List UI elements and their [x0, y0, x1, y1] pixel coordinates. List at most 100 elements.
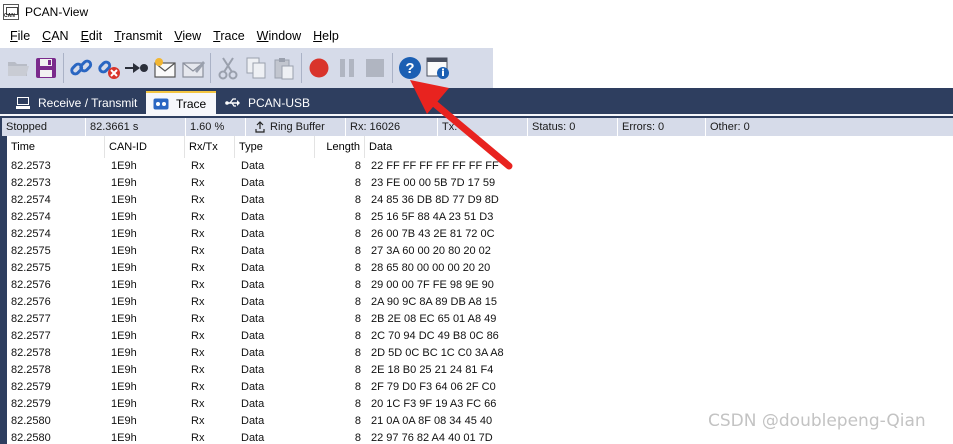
cell-length: 8: [354, 381, 361, 393]
table-row[interactable]: 82.2574 1E9h Rx Data 8 24 85 36 DB 8D 77 D9 8…: [7, 192, 953, 209]
paste-icon[interactable]: [270, 52, 298, 84]
menu-can[interactable]: CAN: [36, 29, 74, 43]
column-header-can-id[interactable]: CAN-ID: [105, 136, 185, 158]
table-row[interactable]: 82.2577 1E9h Rx Data 8 2C 70 94 DC 49 B8 0C 8…: [7, 328, 953, 345]
cell-data: 26 00 7B 43 2E 81 72 0C: [371, 228, 495, 240]
cell-time: 82.2576: [11, 296, 51, 308]
cell-time: 82.2575: [11, 262, 51, 274]
tab-pcan-usb[interactable]: PCAN-USB: [218, 91, 318, 114]
column-header-type[interactable]: Type: [235, 136, 315, 158]
cell-time: 82.2580: [11, 415, 51, 427]
cell-data: 2F 79 D0 F3 64 06 2F C0: [371, 381, 496, 393]
cell-can-id: 1E9h: [111, 211, 137, 223]
menu-help[interactable]: Help: [307, 29, 345, 43]
stop-icon[interactable]: [361, 52, 389, 84]
menu-edit[interactable]: Edit: [75, 29, 109, 43]
plug-icon[interactable]: [123, 52, 151, 84]
open-folder-icon[interactable]: [4, 52, 32, 84]
title-bar: PCAN-View: [0, 0, 953, 24]
tab-receive-transmit[interactable]: Receive / Transmit: [8, 91, 146, 114]
watermark: CSDN @doublepeng-Qian: [708, 411, 926, 431]
table-row[interactable]: 82.2575 1E9h Rx Data 8 28 65 80 00 00 00 20 2…: [7, 260, 953, 277]
cell-can-id: 1E9h: [111, 279, 137, 291]
cell-can-id: 1E9h: [111, 364, 137, 376]
computer-icon: [15, 96, 31, 110]
column-header-length[interactable]: Length: [315, 136, 365, 158]
cell-data: 2A 90 9C 8A 89 DB A8 15: [371, 296, 497, 308]
cell-type: Data: [241, 177, 265, 189]
cell-time: 82.2576: [11, 279, 51, 291]
cell-can-id: 1E9h: [111, 398, 137, 410]
cell-type: Data: [241, 313, 265, 325]
cell-time: 82.2577: [11, 330, 51, 342]
cell-type: Data: [241, 347, 265, 359]
cell-length: 8: [354, 228, 361, 240]
save-icon[interactable]: [32, 52, 60, 84]
cell-time: 82.2580: [11, 432, 51, 444]
copy-icon[interactable]: [242, 52, 270, 84]
connect-icon[interactable]: [67, 52, 95, 84]
cell-type: Data: [241, 415, 265, 427]
cell-data: 27 3A 60 00 20 80 20 02: [371, 245, 491, 257]
menu-view[interactable]: View: [168, 29, 207, 43]
new-message-icon[interactable]: [151, 52, 179, 84]
table-row[interactable]: 82.2578 1E9h Rx Data 8 2D 5D 0C BC 1C C0 3A A…: [7, 345, 953, 362]
red-arrow-annotation: [410, 80, 513, 170]
cell-length: 8: [354, 415, 361, 427]
cell-can-id: 1E9h: [111, 381, 137, 393]
menu-transmit[interactable]: Transmit: [108, 29, 168, 43]
cell-time: 82.2578: [11, 347, 51, 359]
cell-rx-tx: Rx: [191, 330, 205, 342]
table-row[interactable]: 82.2580 1E9h Rx Data 8 22 97 76 82 A4 40 01 7…: [7, 430, 953, 444]
window-title: PCAN-View: [25, 5, 89, 19]
table-row[interactable]: 82.2579 1E9h Rx Data 8 2F 79 D0 F3 64 06 2F C…: [7, 379, 953, 396]
trace-grid[interactable]: Time CAN-ID Rx/Tx Type Length Data 82.25…: [0, 136, 953, 444]
connection-state: Stopped: [2, 118, 86, 136]
table-row[interactable]: 82.2575 1E9h Rx Data 8 27 3A 60 00 20 80 20 0…: [7, 243, 953, 260]
edit-message-icon[interactable]: [179, 52, 207, 84]
table-row[interactable]: 82.2574 1E9h Rx Data 8 25 16 5F 88 4A 23 51 D…: [7, 209, 953, 226]
bus-status: Status: 0: [528, 118, 618, 136]
ring-buffer-status: Ring Buffer: [246, 118, 346, 136]
cut-icon[interactable]: [214, 52, 242, 84]
menu-mnemonic: W: [256, 29, 269, 43]
menu-mnemonic: H: [313, 29, 323, 43]
ring-buffer-icon: [254, 121, 266, 133]
table-row[interactable]: 82.2576 1E9h Rx Data 8 2A 90 9C 8A 89 DB A8 1…: [7, 294, 953, 311]
column-header-rx-tx[interactable]: Rx/Tx: [185, 136, 235, 158]
cell-can-id: 1E9h: [111, 160, 137, 172]
pcan-app-icon: [3, 4, 19, 20]
table-row[interactable]: 82.2576 1E9h Rx Data 8 29 00 00 7F FE 98 9E 9…: [7, 277, 953, 294]
table-row[interactable]: 82.2574 1E9h Rx Data 8 26 00 7B 43 2E 81 72 0…: [7, 226, 953, 243]
cell-rx-tx: Rx: [191, 432, 205, 444]
menu-file[interactable]: File: [4, 29, 36, 43]
cell-can-id: 1E9h: [111, 296, 137, 308]
cell-rx-tx: Rx: [191, 228, 205, 240]
cell-rx-tx: Rx: [191, 364, 205, 376]
cell-data: 22 97 76 82 A4 40 01 7D: [371, 432, 493, 444]
tab-label: Receive / Transmit: [38, 95, 138, 110]
cell-time: 82.2577: [11, 313, 51, 325]
menu-trace[interactable]: Trace: [207, 29, 251, 43]
cell-time: 82.2575: [11, 245, 51, 257]
cell-length: 8: [354, 330, 361, 342]
cell-rx-tx: Rx: [191, 415, 205, 427]
table-row[interactable]: 82.2573 1E9h Rx Data 8 23 FE 00 00 5B 7D 17 5…: [7, 175, 953, 192]
menu-label-rest: ransmit: [121, 29, 163, 43]
cell-time: 82.2579: [11, 381, 51, 393]
elapsed-time: 82.3661 s: [86, 118, 186, 136]
pause-icon[interactable]: [333, 52, 361, 84]
table-row[interactable]: 82.2577 1E9h Rx Data 8 2B 2E 08 EC 65 01 A8 4…: [7, 311, 953, 328]
menu-label-rest: indow: [268, 29, 302, 43]
cell-data: 20 1C F3 9F 19 A3 FC 66: [371, 398, 497, 410]
cell-rx-tx: Rx: [191, 211, 205, 223]
tab-trace[interactable]: Trace: [146, 91, 216, 114]
disconnect-icon[interactable]: [95, 52, 123, 84]
cell-can-id: 1E9h: [111, 347, 137, 359]
cell-length: 8: [354, 211, 361, 223]
menu-window[interactable]: Window: [251, 29, 307, 43]
arrow-shaft: [431, 100, 513, 170]
column-header-time[interactable]: Time: [7, 136, 105, 158]
table-row[interactable]: 82.2578 1E9h Rx Data 8 2E 18 B0 25 21 24 81 F…: [7, 362, 953, 379]
record-icon[interactable]: [305, 52, 333, 84]
